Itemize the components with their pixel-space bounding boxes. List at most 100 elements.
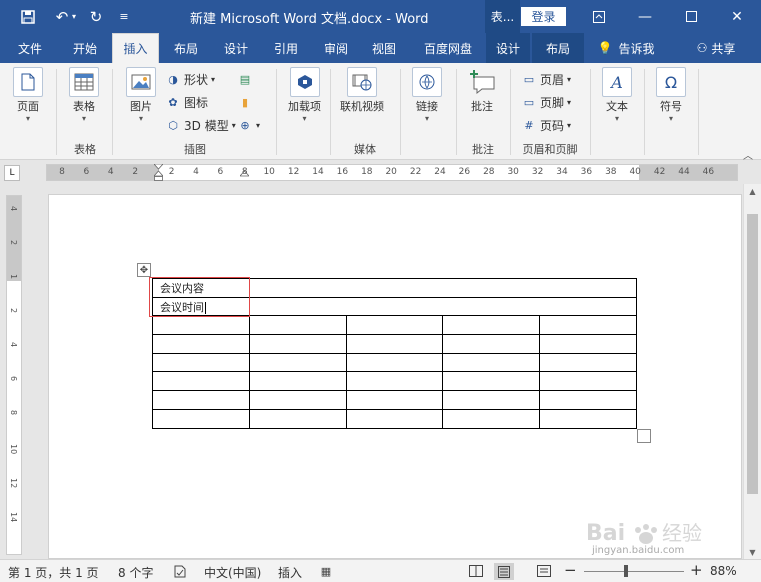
table-cell[interactable]: [539, 315, 637, 336]
tab-home[interactable]: 开始: [60, 33, 110, 63]
3d-model-button[interactable]: ⬡ 3D 模型 ▾: [166, 115, 236, 135]
tab-baidu-netdisk[interactable]: 百度网盘: [412, 33, 484, 63]
table-button[interactable]: 表格 ▾: [69, 67, 99, 124]
table-cell[interactable]: [248, 371, 347, 392]
web-layout-icon[interactable]: [536, 564, 552, 578]
language-indicator[interactable]: 中文(中国): [204, 564, 261, 581]
tab-insert[interactable]: 插入: [112, 33, 159, 63]
tell-me-search[interactable]: 💡 告诉我: [590, 33, 662, 63]
table-cell[interactable]: [539, 352, 637, 373]
ribbon-display-options-icon[interactable]: [576, 0, 622, 33]
macro-icon[interactable]: ▦: [318, 564, 334, 578]
online-video-button[interactable]: 联机视频: [340, 67, 384, 114]
vertical-ruler[interactable]: 4 2 1 2 4 6 8 10 12 14: [6, 195, 22, 555]
word-count[interactable]: 8 个字: [118, 564, 153, 581]
customize-icon[interactable]: ≡: [110, 0, 138, 33]
smartart-button[interactable]: ▤: [238, 69, 256, 89]
scroll-down-icon[interactable]: ▼: [744, 545, 761, 559]
table-cell[interactable]: [442, 408, 541, 429]
table-cell[interactable]: [152, 390, 250, 410]
redo-icon[interactable]: ↻: [82, 0, 110, 33]
zoom-slider-track[interactable]: [584, 571, 684, 572]
pages-button[interactable]: 页面 ▾: [13, 67, 43, 124]
table-resize-handle[interactable]: [637, 429, 651, 443]
save-icon[interactable]: [14, 0, 42, 33]
zoom-in-icon[interactable]: +: [690, 561, 703, 579]
table-cell[interactable]: [442, 371, 541, 392]
screenshot-button[interactable]: ⊕ ▾: [238, 115, 260, 135]
table-cell[interactable]: [345, 352, 444, 373]
read-mode-icon[interactable]: [468, 564, 484, 578]
tab-review[interactable]: 审阅: [312, 33, 360, 63]
symbols-button[interactable]: Ω 符号 ▾: [656, 67, 686, 124]
comment-button[interactable]: 批注: [467, 67, 497, 114]
login-button[interactable]: 登录: [521, 7, 566, 26]
tab-view[interactable]: 视图: [360, 33, 408, 63]
page-number-button[interactable]: # 页码 ▾: [522, 115, 571, 135]
table-move-handle-icon[interactable]: ✥: [137, 263, 151, 277]
table-cell[interactable]: [248, 408, 347, 429]
proofing-icon[interactable]: [172, 564, 188, 578]
table-cell[interactable]: [345, 334, 444, 354]
icons-button[interactable]: ✿ 图标: [166, 92, 208, 112]
minimize-icon[interactable]: —: [622, 0, 668, 33]
insert-mode[interactable]: 插入: [278, 564, 302, 581]
tab-selector-icon[interactable]: L: [4, 165, 20, 181]
table-cell[interactable]: [539, 371, 637, 392]
footer-button[interactable]: ▭ 页脚 ▾: [522, 92, 571, 112]
table-cell[interactable]: [248, 334, 347, 354]
table-cell[interactable]: [248, 296, 638, 317]
indent-marker-icon[interactable]: [154, 164, 163, 181]
vertical-scrollbar[interactable]: ▲ ▼: [743, 184, 761, 559]
links-button[interactable]: 链接 ▾: [412, 67, 442, 124]
table-cell[interactable]: [152, 408, 250, 429]
scroll-up-icon[interactable]: ▲: [744, 184, 761, 198]
tab-references[interactable]: 引用: [262, 33, 310, 63]
tab-design[interactable]: 设计: [212, 33, 260, 63]
table-cell[interactable]: [345, 315, 444, 336]
scroll-thumb[interactable]: [747, 214, 758, 494]
print-layout-icon[interactable]: [494, 563, 514, 580]
omega-icon: Ω: [656, 67, 686, 97]
addins-button[interactable]: 加载项 ▾: [288, 67, 321, 124]
table-cell[interactable]: [248, 390, 347, 410]
table-cell[interactable]: [152, 352, 250, 373]
table-cell[interactable]: [442, 334, 541, 354]
zoom-level[interactable]: 88%: [710, 564, 737, 578]
table-cell[interactable]: [539, 408, 637, 429]
picture-button[interactable]: 图片 ▾: [126, 67, 156, 124]
horizontal-ruler[interactable]: 8 6 4 2 2 4 6 8 10 12 14 16 18 20 22 24 26 28 30 32 34 36 38 40…: [46, 164, 738, 181]
undo-dropdown-icon[interactable]: ▾: [68, 0, 80, 33]
table-cell[interactable]: [248, 315, 347, 336]
person-icon: ⚇: [696, 41, 708, 55]
table-cell[interactable]: [442, 315, 541, 336]
table-cell[interactable]: [442, 390, 541, 410]
table-cell[interactable]: [345, 371, 444, 392]
text-button[interactable]: A 文本 ▾: [602, 67, 632, 124]
table-cell[interactable]: [152, 315, 250, 336]
tab-table-design[interactable]: 设计: [486, 33, 530, 63]
shapes-icon: ◑: [168, 72, 178, 86]
zoom-slider-thumb[interactable]: [624, 565, 628, 577]
table-cell[interactable]: [152, 371, 250, 392]
chart-button[interactable]: ▮: [238, 92, 256, 112]
tab-file[interactable]: 文件: [6, 33, 54, 63]
page-count[interactable]: 第 1 页，共 1 页: [8, 564, 99, 581]
table-cell[interactable]: [152, 334, 250, 354]
zoom-out-icon[interactable]: −: [564, 561, 577, 579]
table-cell[interactable]: [539, 334, 637, 354]
video-icon: [347, 67, 377, 97]
maximize-icon[interactable]: [668, 0, 714, 33]
close-icon[interactable]: ✕: [714, 0, 760, 33]
table-cell[interactable]: [345, 408, 444, 429]
tab-table-layout[interactable]: 布局: [532, 33, 584, 63]
share-button[interactable]: ⚇ 共享: [686, 33, 746, 63]
table-cell[interactable]: [345, 390, 444, 410]
header-button[interactable]: ▭ 页眉 ▾: [522, 69, 571, 89]
table-cell[interactable]: [539, 390, 637, 410]
tab-layout[interactable]: 布局: [164, 33, 208, 63]
table-cell[interactable]: [248, 278, 638, 298]
table-cell[interactable]: [442, 352, 541, 373]
shapes-button[interactable]: ◑ 形状 ▾: [166, 69, 215, 89]
table-cell[interactable]: [248, 352, 347, 373]
